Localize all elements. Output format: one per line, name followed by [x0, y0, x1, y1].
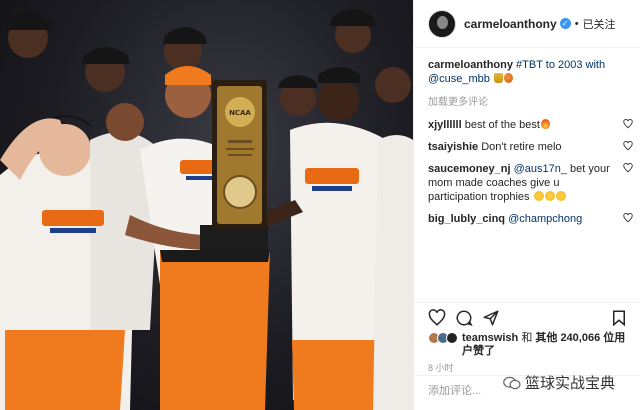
liker-avatars	[428, 332, 458, 358]
caption-mention[interactable]: @cuse_mbb	[428, 73, 490, 85]
post-header: carmeloanthony ✓ • 已关注	[414, 0, 640, 48]
like-heart-icon[interactable]	[428, 309, 446, 327]
laughing-emoji-icon	[544, 191, 555, 201]
liker-username[interactable]: teamswish	[462, 332, 518, 344]
comment-mention[interactable]: @champchong	[508, 213, 582, 225]
load-more-comments[interactable]: 加载更多评论	[428, 96, 633, 110]
caption-username[interactable]: carmeloanthony	[428, 59, 513, 71]
comment-username[interactable]: saucemoney_nj	[428, 163, 511, 175]
caption-hashtag-text[interactable]: #TBT to 2003 with	[516, 59, 605, 71]
like-comment-heart-icon[interactable]	[623, 119, 633, 129]
avatar	[446, 332, 458, 344]
comment-bubble-icon[interactable]	[455, 309, 473, 327]
comment-username[interactable]: xjyllllll	[428, 119, 462, 131]
like-comment-heart-icon[interactable]	[623, 163, 633, 173]
header-separator: •	[574, 17, 579, 30]
comment-text: Don't retire melo	[481, 141, 562, 153]
comment-username[interactable]: tsaiyishie	[428, 141, 478, 153]
watermark-text: 篮球实战宝典	[525, 375, 616, 392]
laughing-emoji-icon	[533, 191, 544, 201]
follow-status-button[interactable]: 已关注	[583, 16, 616, 32]
trophy-emoji-icon	[493, 73, 503, 83]
likes-count[interactable]: 240,066	[560, 332, 600, 344]
comment-item: tsaiyishie Don't retire melo	[428, 140, 633, 154]
likes-summary: teamswish 和 其他 240,066 位用户赞了	[428, 332, 633, 358]
likes-and-text: 和	[521, 332, 533, 344]
share-icon[interactable]	[482, 309, 500, 327]
trophy-text: NCAA	[229, 109, 251, 117]
wechat-icon	[503, 376, 521, 389]
post-timestamp[interactable]: 8 小时	[428, 361, 454, 374]
post-caption: carmeloanthony #TBT to 2003 with @cuse_m…	[428, 58, 633, 86]
comment-username[interactable]: big_lubly_cinq	[428, 213, 505, 225]
like-comment-heart-icon[interactable]	[623, 213, 633, 223]
basketball-emoji-icon	[503, 73, 513, 83]
comment-item: big_lubly_cinq @champchong	[428, 212, 633, 226]
verified-badge-icon: ✓	[559, 18, 571, 29]
comment-mention[interactable]: @aus17n_	[514, 163, 567, 175]
post-actions-bar	[414, 302, 640, 332]
fire-emoji-icon	[540, 119, 550, 129]
header-username[interactable]: carmeloanthony	[464, 17, 557, 31]
comment-text: best of the best	[464, 119, 540, 131]
bookmark-icon[interactable]	[610, 309, 628, 327]
laughing-emoji-icon	[555, 191, 566, 201]
likes-others-text[interactable]: 其他	[535, 332, 557, 344]
like-comment-heart-icon[interactable]	[623, 141, 633, 151]
comments-section: carmeloanthony #TBT to 2003 with @cuse_m…	[428, 58, 633, 234]
post-side-panel: carmeloanthony ✓ • 已关注 carmeloanthony #T…	[413, 0, 640, 410]
comment-item: saucemoney_nj @aus17n_ bet your mom made…	[428, 162, 633, 204]
comment-item: xjyllllll best of the best	[428, 118, 633, 132]
watermark: 篮球实战宝典	[503, 372, 615, 393]
post-photo[interactable]: NCAA	[0, 0, 413, 410]
avatar[interactable]	[428, 9, 456, 38]
celebration-photo-illustration: NCAA	[0, 9, 413, 410]
